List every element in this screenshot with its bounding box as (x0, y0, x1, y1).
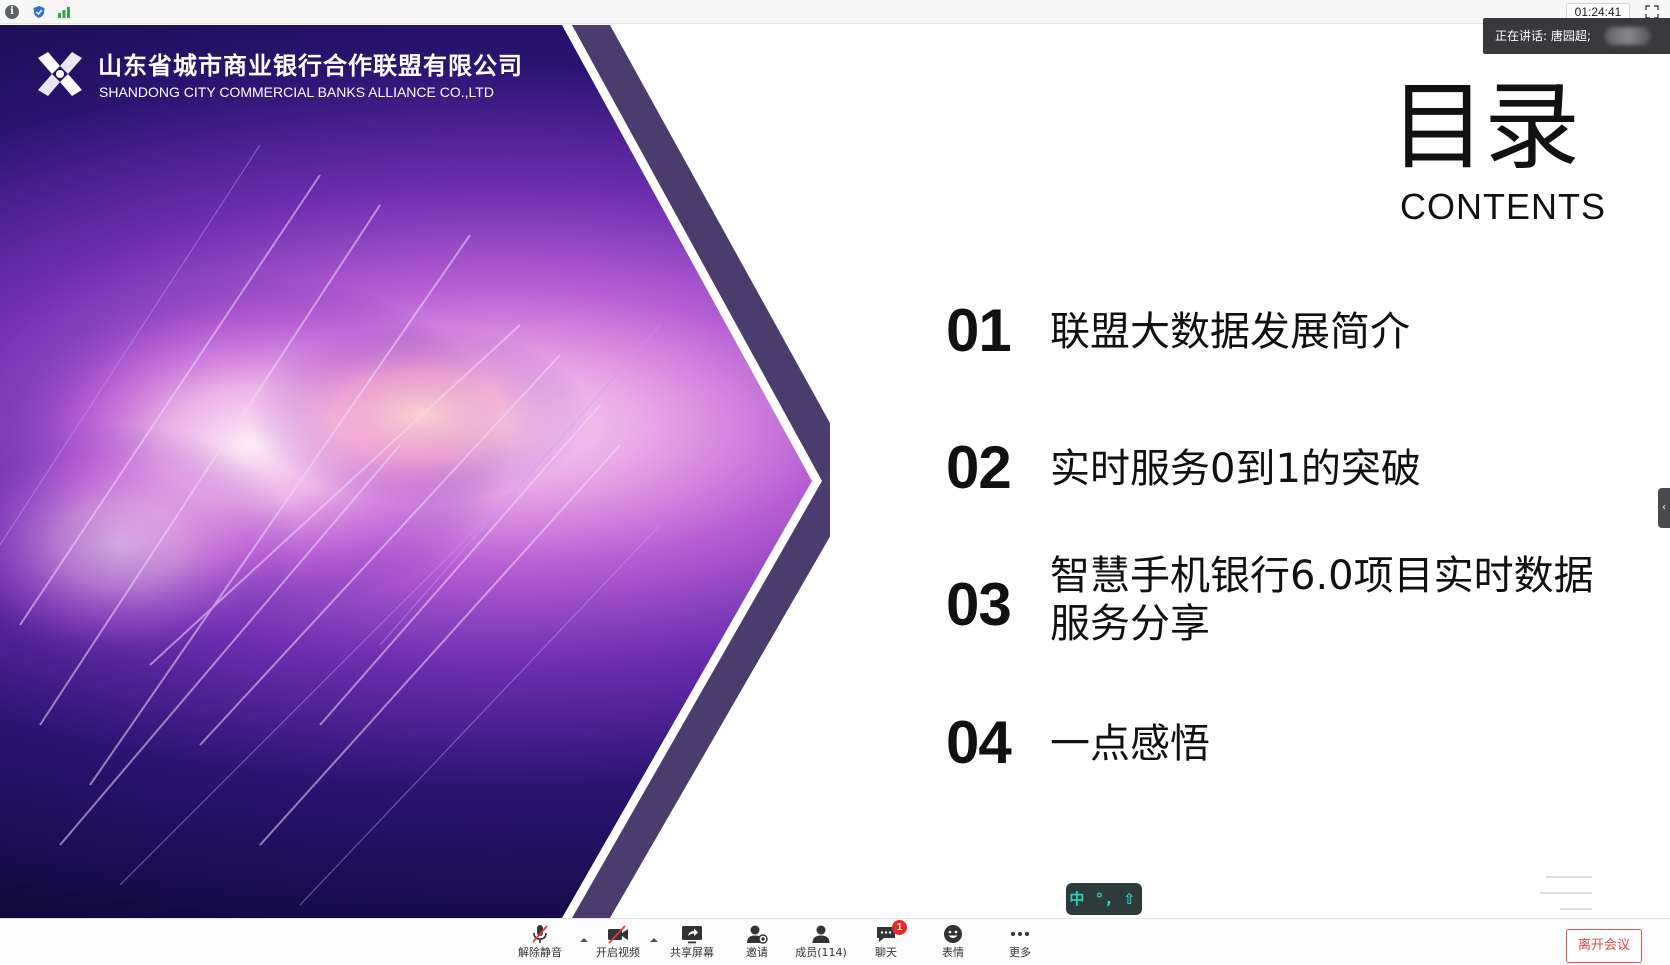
more-label: 更多 (1009, 946, 1031, 959)
leave-meeting-button[interactable]: 离开会议 (1566, 929, 1642, 963)
share-screen-label: 共享屏幕 (670, 946, 714, 959)
members-icon (812, 925, 830, 943)
organization-name-en: SHANDONG CITY COMMERCIAL BANKS ALLIANCE … (99, 84, 494, 100)
side-panel-toggle[interactable]: ‹ (1658, 488, 1670, 528)
active-speaker-badge: 正在讲话: 唐园超; (1483, 18, 1670, 54)
slide-subtitle: CONTENTS (1400, 186, 1606, 227)
organization-name-cn: 山东省城市商业银行合作联盟有限公司 (98, 52, 523, 80)
toc-text: 联盟大数据发展简介 (1050, 309, 1410, 355)
members-button[interactable]: 成员(114) (786, 921, 856, 965)
slide-title: 目录 (1390, 71, 1580, 183)
smiley-icon (944, 925, 962, 943)
toc-number: 01 (946, 297, 1012, 364)
chat-label: 聊天 (875, 946, 897, 959)
reactions-button[interactable]: 表情 (918, 921, 988, 965)
decorative-lines (1540, 876, 1592, 910)
chat-unread-badge: 1 (892, 920, 907, 935)
reactions-label: 表情 (942, 946, 964, 959)
chevron-band (562, 25, 830, 918)
info-icon[interactable]: i (5, 5, 19, 19)
shared-slide: 山东省城市商业银行合作联盟有限公司 SHANDONG CITY COMMERCI… (0, 25, 1670, 918)
video-off-icon (608, 925, 628, 944)
toc-text: 一点感悟 (1050, 721, 1210, 767)
toc-number: 02 (946, 434, 1012, 501)
microphone-muted-icon (532, 925, 548, 943)
chat-button[interactable]: 1 聊天 (851, 920, 921, 965)
start-video-button[interactable]: 开启视频 (583, 921, 653, 965)
share-screen-button[interactable]: 共享屏幕 (657, 921, 727, 965)
members-label: 成员(114) (795, 946, 847, 959)
signal-icon[interactable] (57, 5, 71, 19)
invite-label: 邀请 (746, 946, 768, 959)
meeting-toolbar: 解除静音 开启视频 共享屏幕 邀请 成员(114) 1 聊天 表情 更多 离开会… (0, 918, 1670, 965)
shield-icon[interactable] (32, 5, 46, 19)
more-button[interactable]: 更多 (985, 921, 1055, 965)
invite-user-icon (747, 925, 768, 944)
more-icon (1011, 932, 1029, 936)
unmute-button[interactable]: 解除静音 (505, 921, 575, 965)
toc-text: 智慧手机银行6.0项目实时数据服务分享 (1050, 553, 1594, 647)
share-screen-icon (682, 926, 702, 944)
toc-number: 03 (946, 571, 1012, 638)
start-video-label: 开启视频 (596, 946, 640, 959)
toc-text: 实时服务0到1的突破 (1050, 446, 1421, 492)
active-speaker-label: 正在讲话: 唐园超; (1495, 29, 1591, 43)
invite-button[interactable]: 邀请 (722, 921, 792, 965)
alliance-logo (38, 52, 82, 96)
status-bar: i 01:24:41 (0, 0, 1670, 24)
toc-number: 04 (946, 709, 1012, 776)
unmute-label: 解除静音 (518, 946, 562, 959)
ime-indicator[interactable]: 中 °, ⇧ (1066, 883, 1142, 915)
speaker-avatar-blur (1605, 27, 1651, 45)
